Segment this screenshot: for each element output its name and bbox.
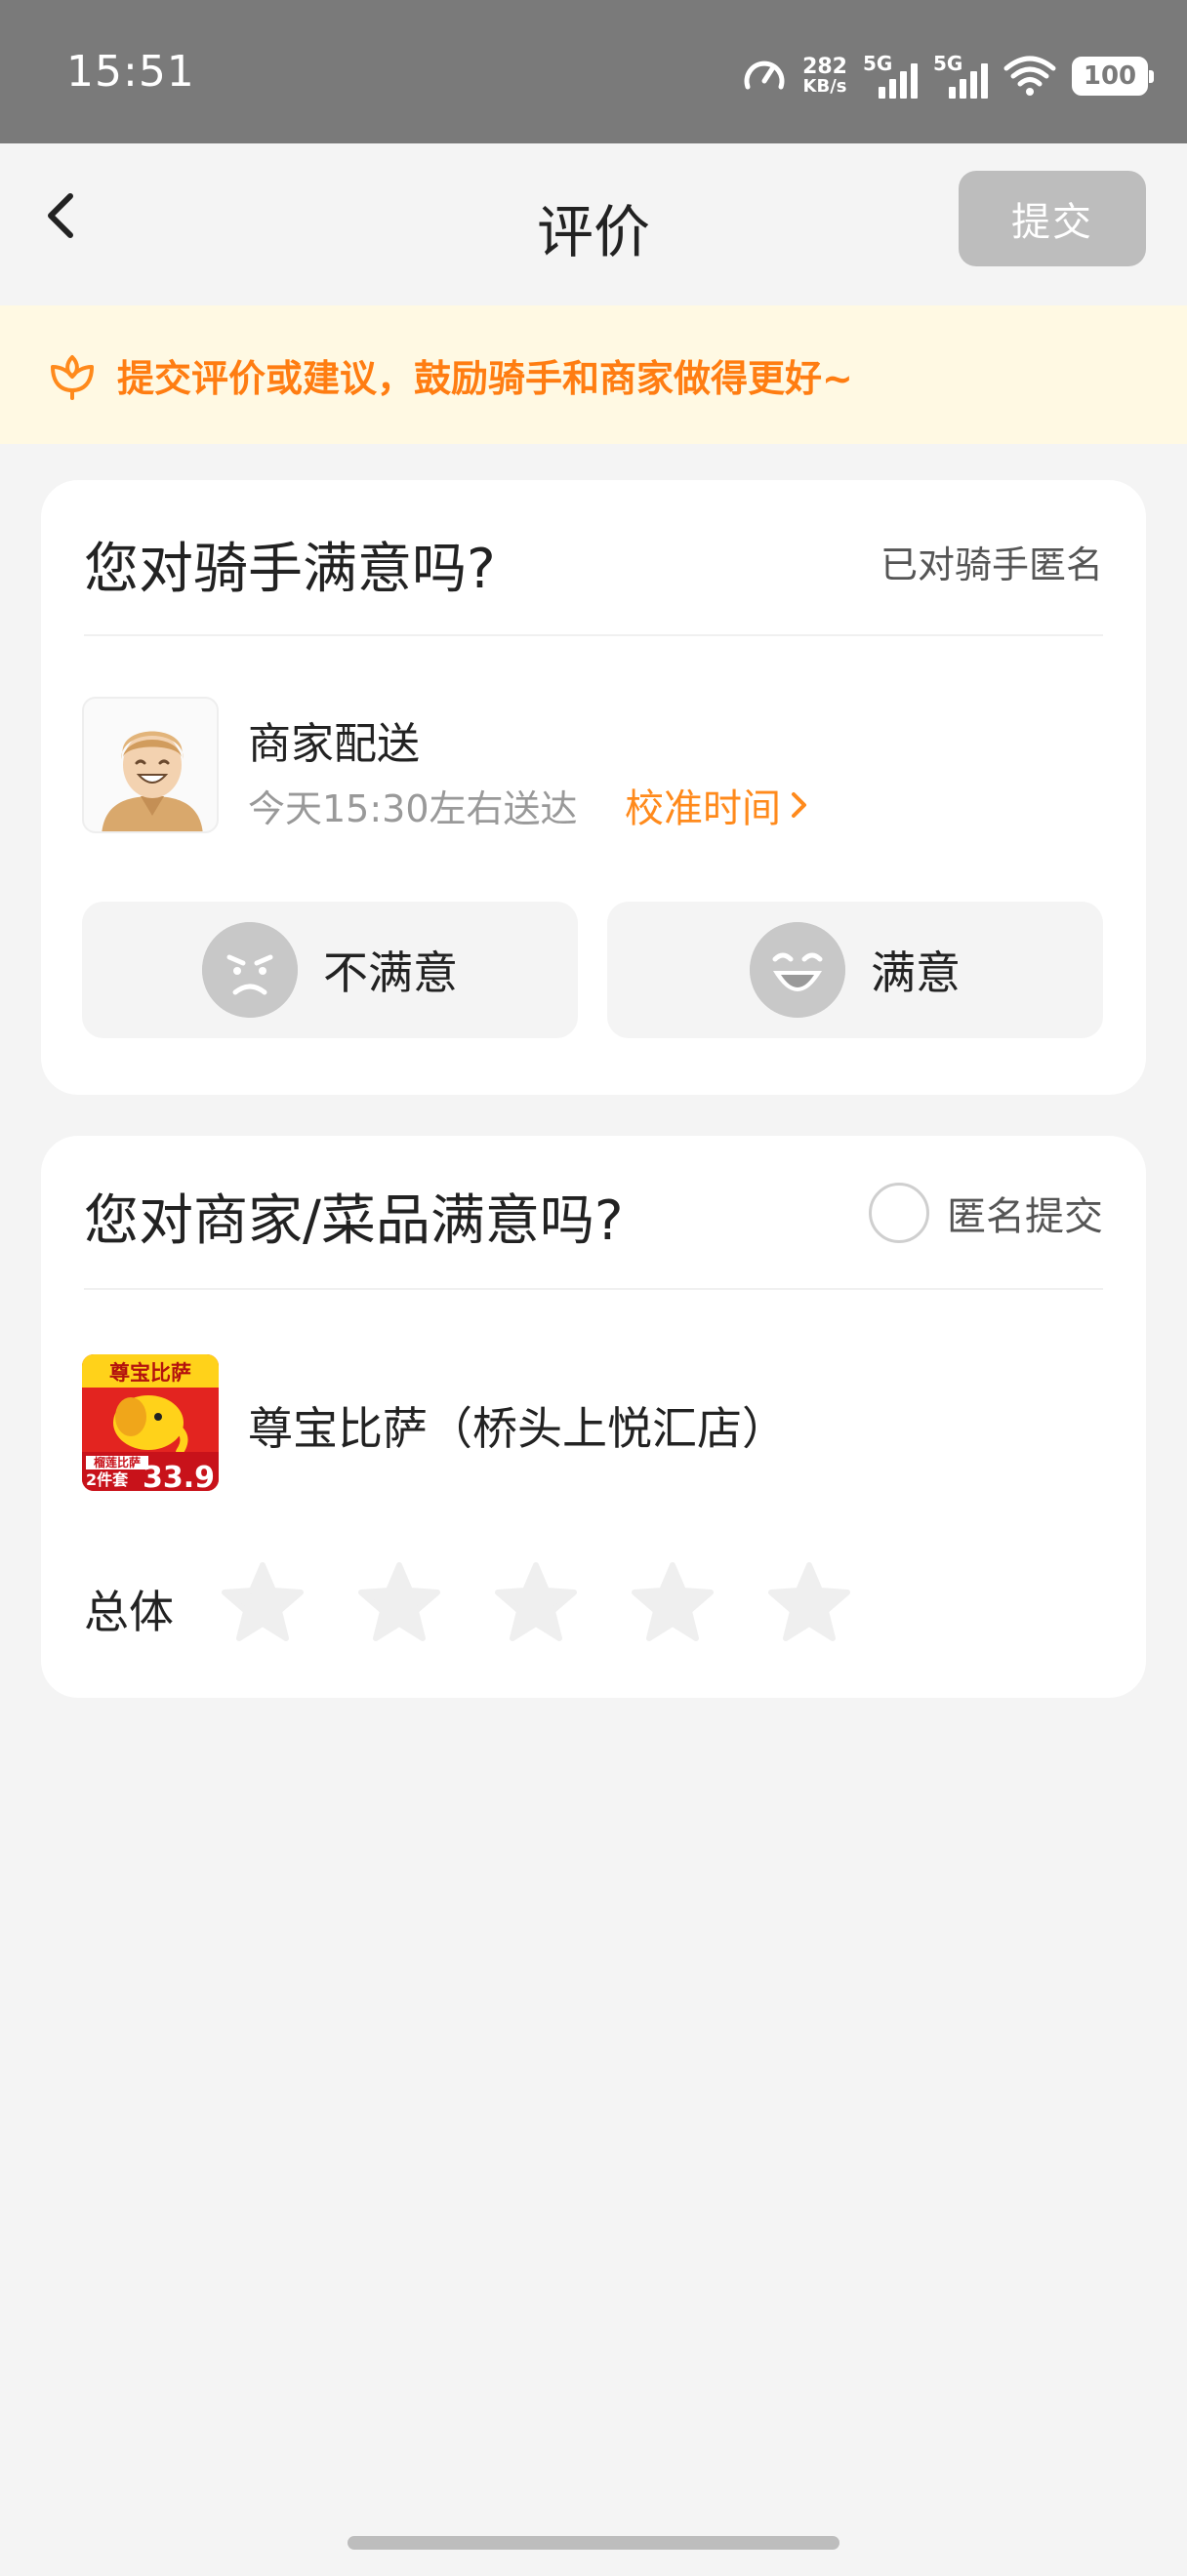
rider-anonymous-note: 已对骑手匿名	[880, 543, 1103, 586]
network-speed-unit: KB/s	[802, 76, 847, 97]
divider	[84, 1288, 1103, 1290]
rider-question-title: 您对骑手满意吗?	[84, 538, 496, 601]
star-4-icon[interactable]	[629, 1559, 716, 1647]
delivery-type: 商家配送	[248, 719, 420, 769]
network-speed-value: 282	[802, 55, 847, 79]
rider-avatar	[82, 697, 219, 833]
star-5-icon[interactable]	[765, 1559, 853, 1647]
logo-text-promo: 榴莲比萨	[94, 1455, 141, 1469]
battery-icon: 100	[1072, 57, 1154, 96]
angry-face-icon	[202, 922, 298, 1018]
anonymous-submit-label: 匿名提交	[947, 1194, 1103, 1239]
star-1-icon[interactable]	[219, 1559, 307, 1647]
merchant-rating-card: 您对商家/菜品满意吗? 匿名提交 尊宝比萨 榴莲比萨 2件套 33.9 尊宝比萨…	[41, 1136, 1146, 1698]
speedometer-icon	[744, 60, 785, 90]
network-speed: 282 KB/s	[802, 57, 847, 96]
unsatisfied-label: 不满意	[323, 946, 458, 999]
merchant-question-title: 您对商家/菜品满意吗?	[84, 1189, 624, 1253]
delivery-time: 今天15:30左右送达	[248, 787, 578, 830]
unsatisfied-button[interactable]: 不满意	[82, 902, 578, 1038]
shop-logo: 尊宝比萨 榴莲比萨 2件套 33.9	[82, 1354, 219, 1491]
status-bar: 15:51 282 KB/s 5G 5G 100	[0, 0, 1187, 143]
shop-name: 尊宝比萨（桥头上悦汇店）	[248, 1402, 787, 1455]
wifi-icon	[1003, 56, 1056, 96]
chevron-right-icon	[792, 792, 806, 818]
star-3-icon[interactable]	[492, 1559, 580, 1647]
status-time: 15:51	[66, 47, 195, 97]
satisfied-label: 满意	[871, 946, 961, 999]
anonymous-submit-toggle[interactable]: 匿名提交	[869, 1183, 1103, 1243]
star-2-icon[interactable]	[355, 1559, 443, 1647]
signal-5g-1-icon: 5G	[863, 52, 918, 101]
signal-5g-2-icon: 5G	[933, 52, 988, 101]
logo-text-top: 尊宝比萨	[109, 1361, 191, 1385]
submit-button[interactable]: 提交	[959, 171, 1146, 266]
laughing-face-icon	[750, 922, 845, 1018]
tip-text: 提交评价或建议，鼓励骑手和商家做得更好~	[117, 356, 853, 400]
rider-rating-card: 您对骑手满意吗? 已对骑手匿名 商家配送 今天15:30左右送达 校准时间 不满…	[41, 480, 1146, 1095]
calibrate-time-label: 校准时间	[625, 786, 781, 831]
status-icons: 282 KB/s 5G 5G 100	[742, 49, 1154, 103]
nav-bar: 评价 提交	[0, 143, 1187, 305]
calibrate-time-link[interactable]: 校准时间	[625, 777, 810, 833]
divider	[84, 634, 1103, 636]
flower-icon	[51, 355, 94, 400]
overall-star-rating	[219, 1559, 853, 1647]
rider-avatar-illustration	[102, 731, 203, 831]
overall-rating-label: 总体	[84, 1586, 174, 1638]
anonymous-radio[interactable]	[869, 1183, 929, 1243]
satisfied-button[interactable]: 满意	[607, 902, 1103, 1038]
tip-banner: 提交评价或建议，鼓励骑手和商家做得更好~	[0, 305, 1187, 444]
home-indicator[interactable]	[348, 2536, 839, 2550]
logo-price: 33.9	[143, 1461, 215, 1491]
logo-text-set: 2件套	[86, 1470, 129, 1489]
shop-logo-image: 尊宝比萨 榴莲比萨 2件套 33.9	[82, 1354, 219, 1491]
